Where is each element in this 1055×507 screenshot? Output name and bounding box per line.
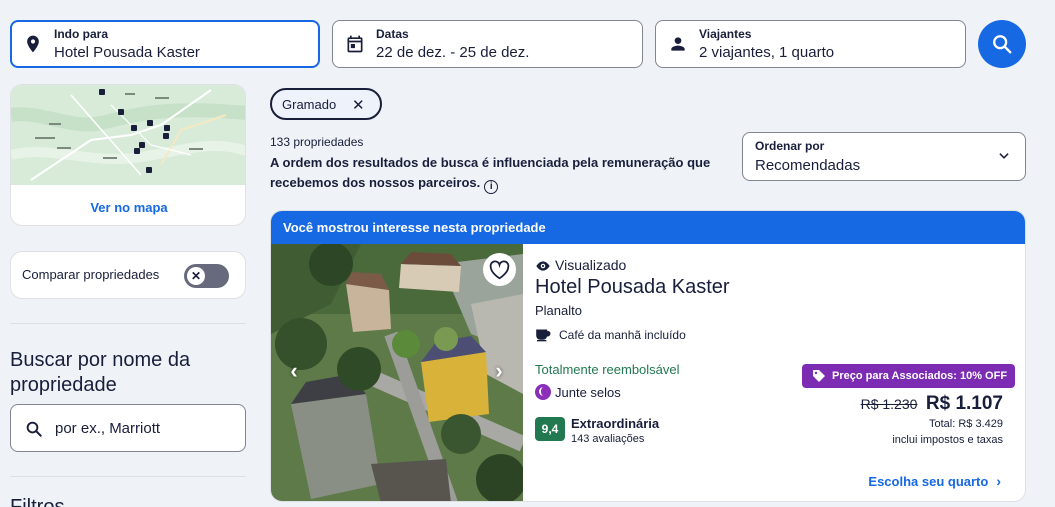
original-price: R$ 1.230 — [860, 396, 918, 412]
search-button[interactable] — [978, 20, 1026, 68]
ranking-notice: A ordem dos resultados de busca é influe… — [270, 153, 740, 194]
destination-value[interactable]: Hotel Pousada Kaster — [54, 44, 200, 61]
info-icon[interactable]: i — [484, 180, 499, 194]
view-on-map-link[interactable]: Ver no mapa — [11, 200, 245, 215]
review-score-badge: 9,4 — [535, 417, 565, 441]
eye-icon — [536, 261, 550, 271]
tag-icon — [813, 370, 825, 382]
current-price: R$ 1.107 — [925, 393, 1003, 414]
rating-label: Extraordinária — [571, 416, 660, 431]
compare-properties-toggle[interactable]: ✕ — [184, 264, 229, 288]
choose-room-label: Escolha seu quarto — [868, 474, 989, 489]
total-price: Total: R$ 3.429 — [929, 418, 1003, 430]
choose-room-link[interactable]: Escolha seu quarto › — [868, 473, 1001, 489]
map-thumbnail[interactable] — [11, 85, 246, 185]
chevron-left-icon[interactable]: ‹ — [281, 356, 307, 386]
heart-icon — [489, 260, 510, 280]
member-price-text: Preço para Associados: 10% OFF — [832, 370, 1008, 382]
person-icon — [671, 37, 685, 51]
dates-value[interactable]: 22 de dez. - 25 de dez. — [376, 44, 529, 61]
stamps-label: Junte selos — [535, 384, 621, 400]
price-block: R$ 1.230 R$ 1.107 — [861, 393, 1003, 415]
sidebar-divider — [10, 476, 246, 477]
compare-properties-card: Comparar propriedades ✕ — [10, 251, 246, 299]
destination-filter-chip[interactable]: Gramado ✕ — [270, 88, 382, 120]
property-name-search-input[interactable]: por ex., Marriott — [10, 404, 246, 452]
chevron-right-icon: › — [996, 473, 1001, 489]
travelers-label: Viajantes — [699, 27, 752, 41]
map-card[interactable]: Ver no mapa — [10, 84, 246, 226]
interest-banner-text: Você mostrou interesse nesta propriedade — [283, 220, 546, 235]
coffee-cup-icon — [536, 329, 551, 342]
stamp-icon — [535, 384, 551, 400]
search-icon — [26, 421, 42, 437]
dates-field[interactable]: Datas 22 de dez. - 25 de dez. — [332, 20, 643, 68]
filters-title: Filtros — [10, 496, 65, 507]
destination-field[interactable]: Indo para Hotel Pousada Kaster — [10, 20, 320, 68]
location-pin-icon — [27, 35, 39, 53]
sort-dropdown[interactable]: Ordenar por Recomendadas — [742, 132, 1026, 181]
favorite-button[interactable] — [483, 253, 516, 286]
search-icon — [993, 35, 1012, 54]
viewed-label: Visualizado — [555, 257, 627, 273]
amenity-label: Café da manhã incluído — [559, 328, 686, 342]
chevron-down-icon — [999, 153, 1009, 159]
chip-label: Gramado — [282, 97, 337, 112]
results-count: 133 propriedades — [270, 135, 364, 149]
chevron-right-icon[interactable]: › — [486, 356, 512, 386]
property-location: Planalto — [535, 303, 582, 318]
property-card[interactable]: Você mostrou interesse nesta propriedade — [270, 210, 1026, 502]
close-icon[interactable]: ✕ — [352, 96, 365, 114]
review-count: 143 avaliações — [571, 433, 645, 445]
amenity-breakfast: Café da manhã incluído — [535, 328, 686, 342]
sort-label: Ordenar por — [755, 139, 825, 153]
sort-value: Recomendadas — [755, 157, 861, 174]
destination-label: Indo para — [54, 27, 109, 41]
compare-properties-label: Comparar propriedades — [22, 267, 160, 282]
close-icon: ✕ — [187, 267, 205, 285]
property-name-search-placeholder: por ex., Marriott — [55, 420, 161, 437]
sidebar-divider — [10, 323, 246, 324]
viewed-indicator: Visualizado — [535, 257, 626, 273]
interest-banner: Você mostrou interesse nesta propriedade — [271, 211, 1025, 244]
property-info: Visualizado Hotel Pousada Kaster Planalt… — [535, 244, 1015, 501]
member-price-badge: Preço para Associados: 10% OFF — [802, 364, 1015, 388]
calendar-icon — [347, 35, 363, 53]
property-photo[interactable]: ‹ › — [271, 244, 523, 501]
property-name-search-title: Buscar por nome da propriedade — [10, 349, 191, 396]
travelers-value[interactable]: 2 viajantes, 1 quarto — [699, 44, 834, 61]
travelers-field[interactable]: Viajantes 2 viajantes, 1 quarto — [655, 20, 966, 68]
dates-label: Datas — [376, 27, 409, 41]
refundable-label: Totalmente reembolsável — [535, 362, 680, 377]
property-name[interactable]: Hotel Pousada Kaster — [535, 276, 730, 299]
taxes-note: inclui impostos e taxas — [892, 434, 1003, 446]
stamps-text: Junte selos — [555, 385, 621, 400]
